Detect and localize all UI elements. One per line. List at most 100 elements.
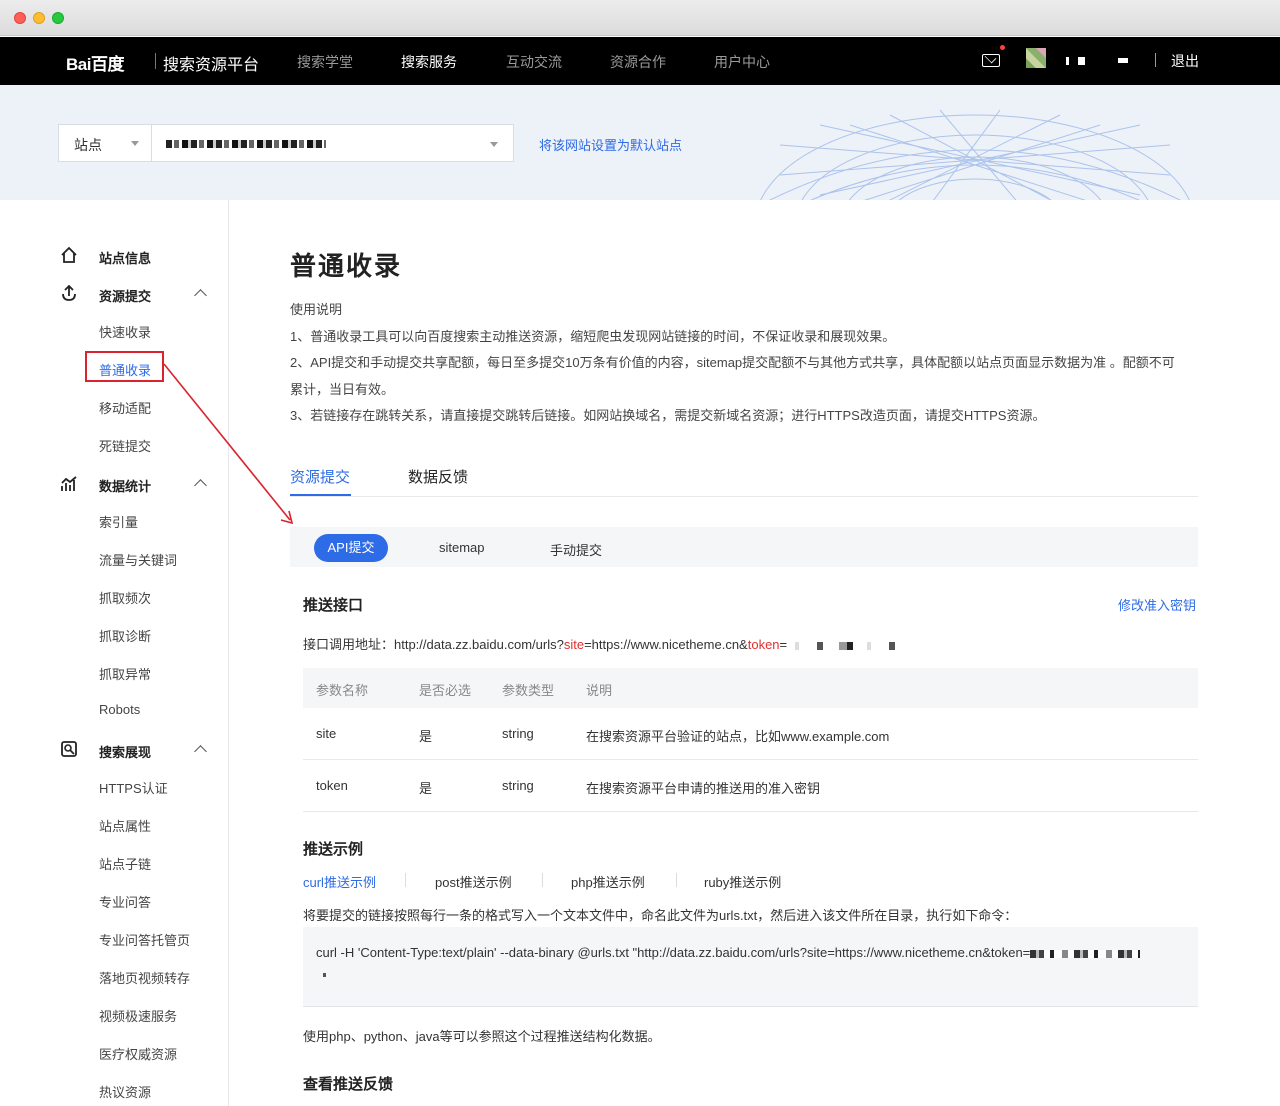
modify-token-link[interactable]: 修改准入密钥 (1118, 595, 1196, 614)
set-default-site-link[interactable]: 将该网站设置为默认站点 (539, 135, 682, 154)
example-tab-post[interactable]: post推送示例 (435, 872, 512, 891)
sidebar-item-site-info[interactable]: 站点信息 (99, 248, 151, 267)
account-redacted[interactable] (1118, 58, 1128, 63)
page-title: 普通收录 (290, 251, 403, 281)
sidebar-item-index-volume[interactable]: 索引量 (99, 512, 138, 531)
sidebar-item-fast-index[interactable]: 快速收录 (99, 322, 151, 341)
header-divider (1155, 53, 1156, 67)
example-tab-ruby[interactable]: ruby推送示例 (704, 872, 781, 891)
table-cell: 在搜索资源平台验证的站点，比如www.example.com (586, 729, 890, 744)
notification-dot (1000, 45, 1005, 50)
avatar[interactable] (1026, 48, 1046, 68)
structured-data-note: 使用php、python、java等可以参照这个过程推送结构化数据。 (303, 1029, 661, 1044)
nav-item-services[interactable]: 搜索服务 (401, 52, 457, 72)
logo-divider (155, 53, 156, 69)
top-navigation: Bai百度 搜索资源平台 搜索学堂 搜索服务 互动交流 资源合作 用户中心 退出 (0, 37, 1280, 85)
usage-line-1: 1、普通收录工具可以向百度搜索主动推送资源，缩短爬虫发现网站链接的时间，不保证收… (290, 329, 896, 344)
code-continuation-redacted (323, 973, 326, 977)
globe-decoration-icon (760, 109, 1190, 200)
code-block[interactable]: curl -H 'Content-Type:text/plain' --data… (303, 927, 1198, 1007)
usage-title: 使用说明 (290, 302, 343, 317)
tab-data-feedback[interactable]: 数据反馈 (408, 466, 468, 487)
nav-item-school[interactable]: 搜索学堂 (297, 52, 353, 72)
submit-method-bar (290, 527, 1198, 567)
usage-line-2b: 累计，当日有效。 (290, 382, 395, 397)
tab-divider (290, 496, 1198, 497)
sidebar-item-mobile-adapt[interactable]: 移动适配 (99, 398, 151, 417)
site-url-redacted (166, 140, 326, 148)
subtab-api[interactable]: API提交 (314, 534, 388, 562)
sidebar-item-crawl-frequency[interactable]: 抓取频次 (99, 588, 151, 607)
tab-resource-submit[interactable]: 资源提交 (290, 466, 350, 487)
sidebar-group-data-stats[interactable]: 数据统计 (99, 476, 151, 495)
sidebar-item-traffic-keywords[interactable]: 流量与关键词 (99, 550, 177, 569)
logout-link[interactable]: 退出 (1171, 51, 1199, 71)
annotation-arrow-icon (163, 363, 294, 525)
sidebar-item-pro-qa-hosted[interactable]: 专业问答托管页 (99, 930, 190, 949)
sidebar-item-crawl-errors[interactable]: 抓取异常 (99, 664, 151, 683)
token-redacted (1030, 949, 1141, 958)
sidebar-item-hot-topics[interactable]: 热议资源 (99, 1082, 151, 1101)
sidebar-item-sitelinks[interactable]: 站点子链 (99, 854, 151, 873)
sidebar-item-pro-qa[interactable]: 专业问答 (99, 892, 151, 911)
search-display-icon (61, 741, 77, 757)
sidebar-item-medical-authority[interactable]: 医疗权威资源 (99, 1044, 177, 1063)
submit-icon (62, 284, 76, 301)
params-table: 参数名称 是否必选 参数类型 说明 site 是 string 在搜索资源平台验… (303, 668, 1198, 812)
nav-item-user-center[interactable]: 用户中心 (714, 52, 770, 72)
sidebar-item-landing-video[interactable]: 落地页视频转存 (99, 968, 190, 987)
push-example-heading: 推送示例 (303, 841, 364, 858)
stats-icon (61, 476, 77, 491)
token-redacted (787, 641, 898, 650)
push-api-heading: 推送接口 (303, 597, 364, 614)
nav-item-community[interactable]: 互动交流 (506, 52, 562, 72)
home-icon (61, 246, 77, 263)
sidebar-item-dead-link[interactable]: 死链提交 (99, 436, 151, 455)
table-cell: string (502, 726, 534, 741)
nav-item-cooperation[interactable]: 资源合作 (610, 52, 666, 72)
example-tab-curl[interactable]: curl推送示例 (303, 872, 376, 891)
annotation-box-sidebar (85, 351, 164, 382)
sidebar-item-video-speed[interactable]: 视频极速服务 (99, 1006, 177, 1025)
table-cell: 在搜索资源平台申请的推送用的准入密钥 (586, 781, 821, 796)
subtab-sitemap[interactable]: sitemap (439, 540, 485, 555)
site-url-select[interactable] (151, 124, 514, 162)
sidebar-group-search-display[interactable]: 搜索展现 (99, 742, 151, 761)
api-url-prefix: 接口调用地址：http://data.zz.baidu.com/urls? (303, 637, 564, 652)
example-tab-divider (542, 873, 543, 887)
chevron-up-icon[interactable] (194, 745, 207, 758)
curl-command: curl -H 'Content-Type:text/plain' --data… (316, 945, 1031, 960)
sidebar-item-crawl-diagnosis[interactable]: 抓取诊断 (99, 626, 151, 645)
sidebar-item-https[interactable]: HTTPS认证 (99, 778, 168, 797)
zoom-window-button[interactable] (52, 12, 64, 24)
table-cell: token (316, 778, 348, 793)
sidebar-group-resource-submit[interactable]: 资源提交 (99, 286, 151, 305)
table-cell: site (316, 726, 337, 741)
example-tab-divider (405, 873, 406, 887)
username-redacted[interactable] (1066, 57, 1086, 65)
minimize-window-button[interactable] (33, 12, 45, 24)
table-header-cell: 参数名称 (316, 683, 369, 698)
table-cell: 是 (419, 729, 433, 744)
code-line: curl -H 'Content-Type:text/plain' --data… (316, 945, 1141, 960)
platform-name[interactable]: 搜索资源平台 (163, 51, 259, 75)
sidebar: 站点信息 资源提交 快速收录 普通收录 移动适配 死链提交 数据统计 索引量 流… (0, 200, 229, 1106)
sidebar-item-robots[interactable]: Robots (99, 702, 140, 717)
site-type-select[interactable]: 站点 (58, 124, 152, 162)
close-window-button[interactable] (14, 12, 26, 24)
baidu-logo[interactable]: Bai百度 (66, 50, 124, 75)
subtab-manual[interactable]: 手动提交 (550, 540, 602, 559)
window-titlebar (0, 0, 1280, 36)
chevron-up-icon[interactable] (194, 289, 207, 302)
api-url-mid: =https://www.nicetheme.cn& (584, 637, 748, 652)
chevron-down-icon (131, 141, 139, 146)
site-type-label: 站点 (74, 137, 102, 153)
table-row: token 是 string 在搜索资源平台申请的推送用的准入密钥 (303, 760, 1198, 812)
sidebar-item-site-attributes[interactable]: 站点属性 (99, 816, 151, 835)
table-header-cell: 是否必选 (419, 683, 472, 698)
site-banner: 站点 将该网站设置为默认站点 (0, 85, 1280, 200)
mail-icon[interactable] (982, 54, 1000, 67)
example-tab-php[interactable]: php推送示例 (571, 872, 645, 891)
api-url-line: 接口调用地址：http://data.zz.baidu.com/urls?sit… (303, 634, 898, 653)
example-tab-divider (676, 873, 677, 887)
